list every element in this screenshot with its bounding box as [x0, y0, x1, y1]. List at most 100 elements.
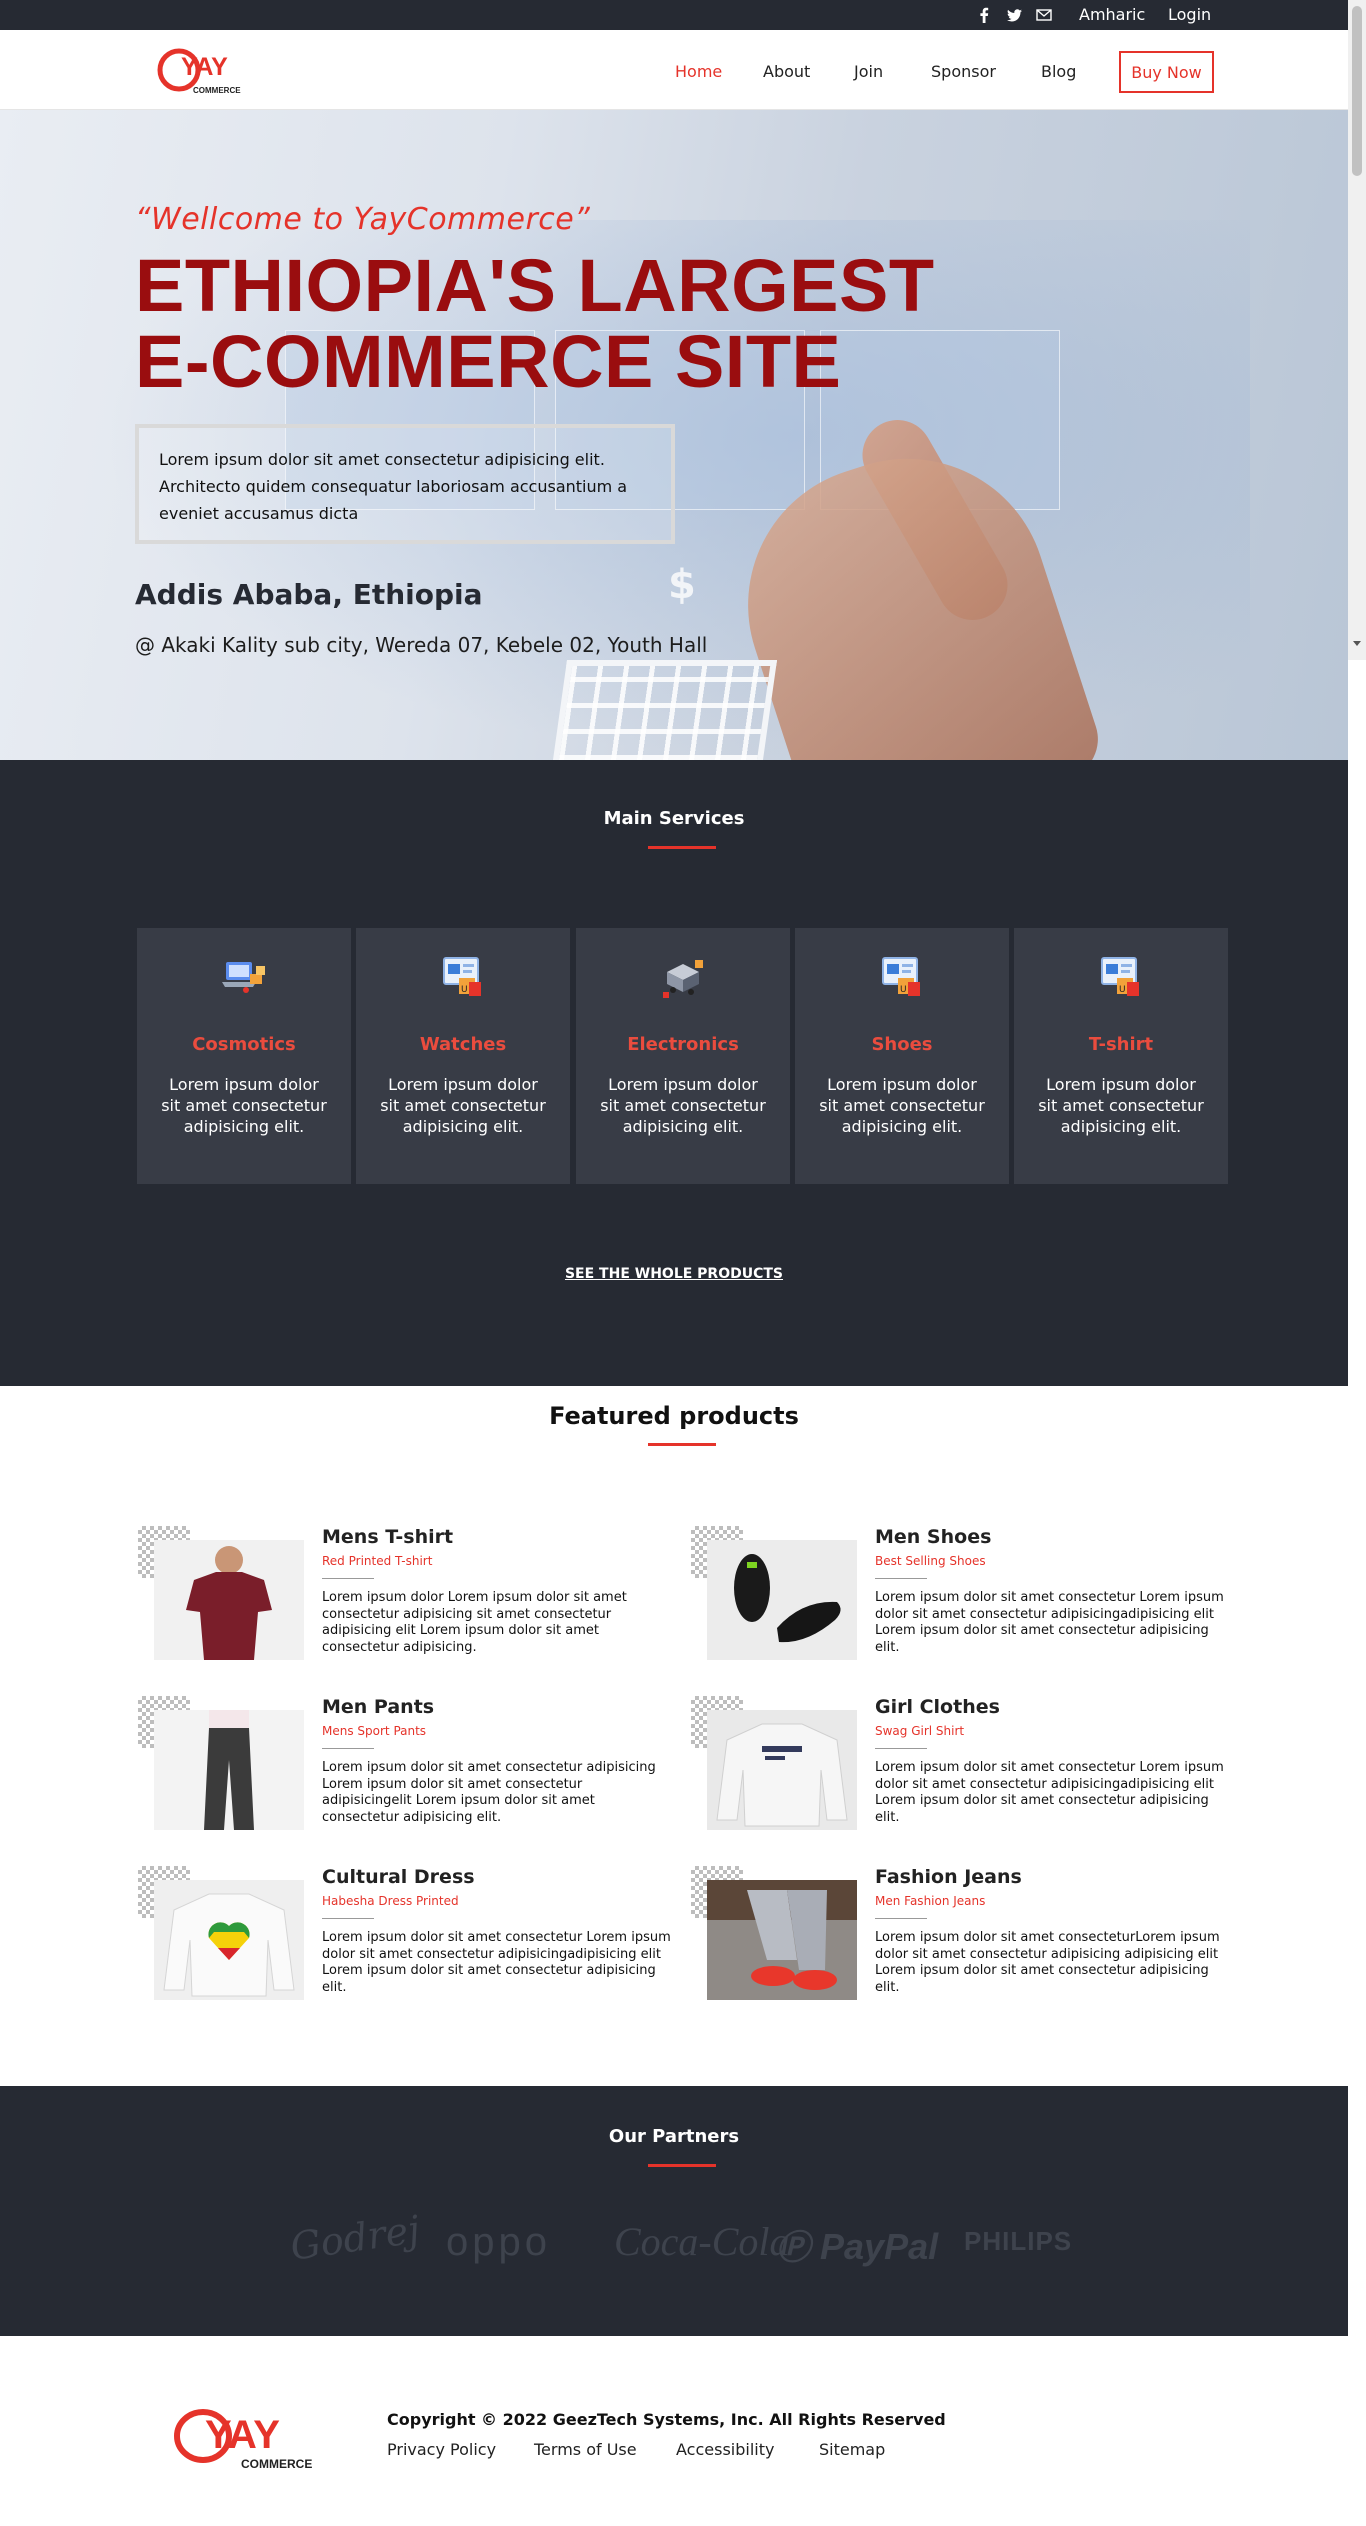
service-desc: Lorem ipsum dolor sit amet consectetur a… [1038, 1075, 1204, 1136]
buy-now-button[interactable]: Buy Now [1119, 51, 1214, 93]
hero-headline: ETHIOPIA'S LARGEST E-COMMERCE SITE [135, 248, 935, 400]
hero-address: @ Akaki Kality sub city, Wereda 07, Kebe… [135, 633, 708, 657]
service-desc: Lorem ipsum dolor sit amet consectetur a… [161, 1075, 327, 1136]
navbar: YAY COMMERCE Home About Join Sponsor Blo… [0, 30, 1348, 110]
product-title[interactable]: Men Shoes [875, 1526, 991, 1548]
section-title: Featured products [549, 1402, 799, 1430]
ethiopia-heart-shirt-photo[interactable] [154, 1880, 304, 2000]
nav-about[interactable]: About [763, 30, 810, 110]
service-card-electronics[interactable]: Electronics Lorem ipsum dolor sit amet c… [576, 928, 790, 1184]
title-underline [648, 1443, 716, 1446]
product-subtitle: Habesha Dress Printed [322, 1894, 459, 1908]
footer-yay-logo[interactable]: YAY COMMERCE [173, 2406, 323, 2474]
facebook-icon[interactable] [975, 6, 993, 24]
copyright-text: Copyright © 2022 GeezTech Systems, Inc. … [387, 2410, 946, 2429]
product-card[interactable]: Girl Clothes Swag Girl Shirt Lorem ipsum… [691, 1696, 1224, 1846]
scroll-down-arrow-icon[interactable] [1353, 641, 1361, 646]
service-card-tshirt[interactable]: U T-shirt Lorem ipsum dolor sit amet con… [1014, 928, 1228, 1184]
product-title[interactable]: Girl Clothes [875, 1696, 1000, 1718]
section-title: Our Partners [608, 2126, 740, 2147]
terms-of-use-link[interactable]: Terms of Use [534, 2440, 637, 2459]
title-underline [648, 2164, 716, 2167]
nav-join[interactable]: Join [854, 30, 883, 110]
partners-section: Our Partners Godrej oppo Coca-Cola Ⓟ Pay… [0, 2086, 1348, 2336]
godrej-logo: Godrej [287, 2207, 423, 2269]
sitemap-link[interactable]: Sitemap [819, 2440, 885, 2459]
product-divider [875, 1918, 927, 1919]
svg-text:U: U [461, 985, 468, 995]
product-card[interactable]: Cultural Dress Habesha Dress Printed Lor… [138, 1866, 671, 2016]
product-desc: Lorem ipsum dolor sit amet consectetur a… [322, 1760, 656, 1825]
product-card[interactable]: Men Shoes Best Selling Shoes Lorem ipsum… [691, 1526, 1224, 1676]
product-card[interactable]: Mens T-shirt Red Printed T-shirt Lorem i… [138, 1526, 658, 1676]
featured-products-section: Featured products Mens T-shirt Red Print… [0, 1386, 1348, 2086]
see-whole-products-link[interactable]: SEE THE WHOLE PRODUCTS [0, 1266, 1348, 1282]
hero-description: Lorem ipsum dolor sit amet consectetur a… [135, 424, 675, 544]
footer: YAY COMMERCE Copyright © 2022 GeezTech S… [0, 2336, 1348, 2526]
amharic-link[interactable]: Amharic [1079, 0, 1145, 30]
page-scrollbar[interactable] [1348, 0, 1366, 660]
product-subtitle: Red Printed T-shirt [322, 1554, 433, 1568]
black-sneakers-photo[interactable] [707, 1540, 857, 1660]
nav-blog[interactable]: Blog [1041, 30, 1076, 110]
mail-icon[interactable] [1035, 6, 1053, 24]
twitter-icon[interactable] [1005, 6, 1023, 24]
service-desc: Lorem ipsum dolor sit amet consectetur a… [819, 1075, 985, 1136]
service-card-shoes[interactable]: U Shoes Lorem ipsum dolor sit amet conse… [795, 928, 1009, 1184]
paypal-logo-text: PayPal [820, 2226, 939, 2267]
product-title[interactable]: Cultural Dress [322, 1866, 475, 1888]
product-subtitle: Best Selling Shoes [875, 1554, 986, 1568]
scrollbar-thumb[interactable] [1352, 6, 1362, 176]
product-title[interactable]: Men Pants [322, 1696, 434, 1718]
privacy-policy-link[interactable]: Privacy Policy [387, 2440, 496, 2459]
product-desc: Lorem ipsum dolor Lorem ipsum dolor sit … [322, 1590, 627, 1655]
svg-text:U: U [900, 985, 907, 995]
product-title[interactable]: Fashion Jeans [875, 1866, 1022, 1888]
product-divider [875, 1748, 927, 1749]
product-card[interactable]: Fashion Jeans Men Fashion Jeans Lorem ip… [691, 1866, 1220, 2016]
accessibility-link[interactable]: Accessibility [676, 2440, 774, 2459]
sport-pants-photo[interactable] [154, 1710, 304, 1830]
dollar-icon: $ [668, 562, 696, 608]
paypal-logo: Ⓟ PayPal [776, 2220, 938, 2269]
main-services-section: Main Services Cosmotics Lorem ipsum dolo… [0, 760, 1348, 1386]
service-desc: Lorem ipsum dolor sit amet consectetur a… [600, 1075, 766, 1136]
top-bar: Amharic Login [0, 0, 1348, 30]
login-link[interactable]: Login [1168, 0, 1211, 30]
jeans-red-shoes-photo[interactable] [707, 1880, 857, 2000]
service-desc: Lorem ipsum dolor sit amet consectetur a… [380, 1075, 546, 1136]
product-subtitle: Mens Sport Pants [322, 1724, 427, 1738]
product-desc: Lorem ipsum dolor sit amet consecteturLo… [875, 1930, 1220, 1995]
nav-sponsor[interactable]: Sponsor [931, 30, 996, 110]
oppo-logo: oppo [446, 2220, 551, 2264]
product-card[interactable]: Men Pants Mens Sport Pants Lorem ipsum d… [138, 1696, 658, 1846]
svg-text:YAY: YAY [205, 2413, 280, 2457]
social-links [975, 0, 1065, 30]
product-title[interactable]: Mens T-shirt [322, 1526, 453, 1548]
product-subtitle: Men Fashion Jeans [875, 1894, 986, 1908]
white-sweatshirt-photo[interactable] [707, 1710, 857, 1830]
delivery-truck-icon [659, 952, 709, 1002]
service-name: Shoes [871, 1034, 933, 1055]
svg-text:COMMERCE: COMMERCE [193, 86, 241, 95]
hero-cart-image [552, 660, 778, 760]
service-name: Cosmotics [192, 1034, 296, 1055]
hero-section: $ “Wellcome to YayCommerce” ETHIOPIA'S L… [0, 110, 1348, 760]
svg-text:COMMERCE: COMMERCE [241, 2457, 312, 2471]
laptop-shopping-icon [220, 952, 270, 1002]
service-name: Watches [419, 1034, 507, 1055]
service-card-cosmotics[interactable]: Cosmotics Lorem ipsum dolor sit amet con… [137, 928, 351, 1184]
hero-headline-line1: ETHIOPIA'S LARGEST [135, 244, 935, 327]
hero-quote: “Wellcome to YayCommerce” [135, 202, 591, 237]
yay-logo[interactable]: YAY COMMERCE [155, 42, 250, 98]
hero-city: Addis Ababa, Ethiopia [135, 578, 483, 611]
online-store-icon: U [1097, 952, 1147, 1002]
svg-text:U: U [1119, 985, 1126, 995]
paypal-p-icon: Ⓟ [776, 2229, 810, 2267]
product-divider [322, 1918, 374, 1919]
product-desc: Lorem ipsum dolor sit amet consectetur L… [875, 1590, 1224, 1655]
service-card-watches[interactable]: U Watches Lorem ipsum dolor sit amet con… [356, 928, 570, 1184]
nav-home[interactable]: Home [675, 30, 722, 110]
red-tshirt-photo[interactable] [154, 1540, 304, 1660]
online-store-icon: U [878, 952, 928, 1002]
